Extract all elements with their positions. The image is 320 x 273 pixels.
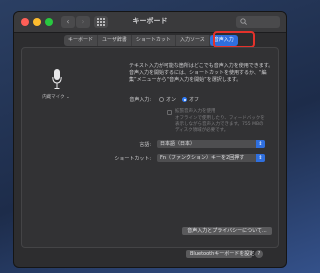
dictation-on-radio[interactable] (159, 97, 164, 102)
shortcut-label: ショートカット: (114, 156, 151, 162)
language-value: 日本語（日本） (160, 141, 196, 147)
privacy-button[interactable]: 音声入力とプライバシーについて... (182, 227, 272, 235)
microphone-icon (52, 69, 62, 89)
language-label: 言語: (139, 142, 151, 148)
tab-input-sources[interactable]: 入力ソース (176, 35, 210, 46)
enhanced-dictation-label: 拡張音声入力を使用 (175, 109, 216, 114)
dictation-description: テキスト入力が可能な箇所はどこでも音声入力を使用できます。音声入力を開始するには… (129, 63, 274, 83)
dictation-off-radio[interactable] (182, 97, 187, 102)
bluetooth-keyboard-button[interactable]: Bluetoothキーボードを設定... (186, 250, 259, 258)
microphone-select[interactable]: 内蔵マイク ⌄ (36, 94, 76, 100)
updown-chevron-icon: ⇕ (256, 154, 265, 162)
tab-user-dictionary[interactable]: ユーザ辞書 (98, 35, 132, 46)
search-field[interactable] (236, 16, 280, 28)
help-button[interactable]: ? (255, 250, 263, 258)
shortcut-value: Fn（ファンクション）キーを2回押す (160, 155, 245, 161)
dictation-label: 音声入力: (129, 97, 151, 103)
title-bar: ‹ › キーボード (14, 12, 286, 33)
enhanced-dictation-note: オフラインで使用したり、フィードバックを表示しながら音声入力できます。755 M… (175, 116, 265, 133)
dictation-on-label: オン (166, 97, 177, 103)
language-select[interactable]: 日本語（日本） ⇕ (157, 140, 265, 148)
shortcut-select[interactable]: Fn（ファンクション）キーを2回押す ⇕ (157, 154, 265, 162)
tab-bar: キーボード ユーザ辞書 ショートカット 入力ソース 音声入力 (64, 35, 238, 46)
enhanced-dictation-checkbox[interactable] (167, 110, 172, 115)
search-icon (240, 18, 247, 25)
updown-chevron-icon: ⇕ (256, 140, 265, 148)
dictation-off-label: オフ (189, 97, 200, 103)
tab-shortcuts[interactable]: ショートカット (132, 35, 176, 46)
keyboard-preferences-window: ‹ › キーボード キーボード ユーザ辞書 ショートカット 入力ソース 音声入力 (14, 12, 286, 267)
tab-keyboard[interactable]: キーボード (64, 35, 99, 46)
highlight-annotation (213, 31, 255, 48)
